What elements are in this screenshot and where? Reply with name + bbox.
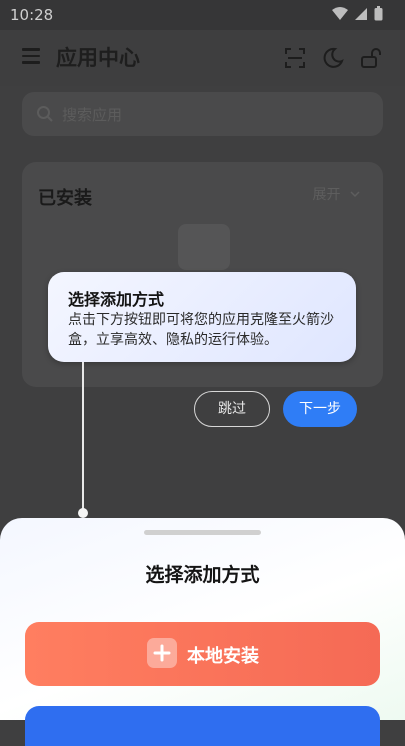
status-bar: 10:28 [0,0,405,30]
search-placeholder: 搜索应用 [62,106,123,124]
next-step-button[interactable]: 下一步 [283,391,357,427]
guide-title: 选择添加方式 [68,290,165,309]
search-input[interactable]: 搜索应用 [22,92,383,136]
local-install-button[interactable]: 本地安装 [25,622,380,686]
guide-tooltip: 选择添加方式 点击下方按钮即可将您的应用克隆至火箭沙盒，立享高效、隐私的运行体验… [48,272,356,362]
add-method-sheet: 选择添加方式 本地安装 [0,518,405,746]
other-install-button[interactable] [25,706,380,746]
guide-body: 点击下方按钮即可将您的应用克隆至火箭沙盒，立享高效、隐私的运行体验。 [68,312,334,348]
guide-pointer-dot [78,508,88,518]
chevron-down-icon [350,191,360,198]
moon-icon[interactable] [321,46,345,70]
plus-icon [147,638,177,668]
wifi-icon [332,6,348,20]
status-time: 10:28 [10,6,54,24]
app-bar: 应用中心 [0,30,405,86]
guide-pointer-line [82,362,84,512]
menu-icon[interactable] [22,48,40,64]
empty-box-icon [178,224,230,270]
sheet-handle[interactable] [144,530,261,535]
expand-toggle[interactable]: 展开 [313,184,361,204]
status-icons [332,6,383,21]
unlock-icon[interactable] [359,46,383,70]
local-install-label: 本地安装 [187,646,259,667]
installed-title: 已安装 [38,188,92,209]
sheet-title: 选择添加方式 [145,564,260,586]
search-icon [37,106,53,122]
battery-icon [374,6,383,21]
page-title: 应用中心 [56,46,140,70]
scan-icon[interactable] [283,46,307,70]
skip-button[interactable]: 跳过 [194,391,270,427]
expand-label: 展开 [312,187,341,203]
signal-icon [355,7,367,20]
